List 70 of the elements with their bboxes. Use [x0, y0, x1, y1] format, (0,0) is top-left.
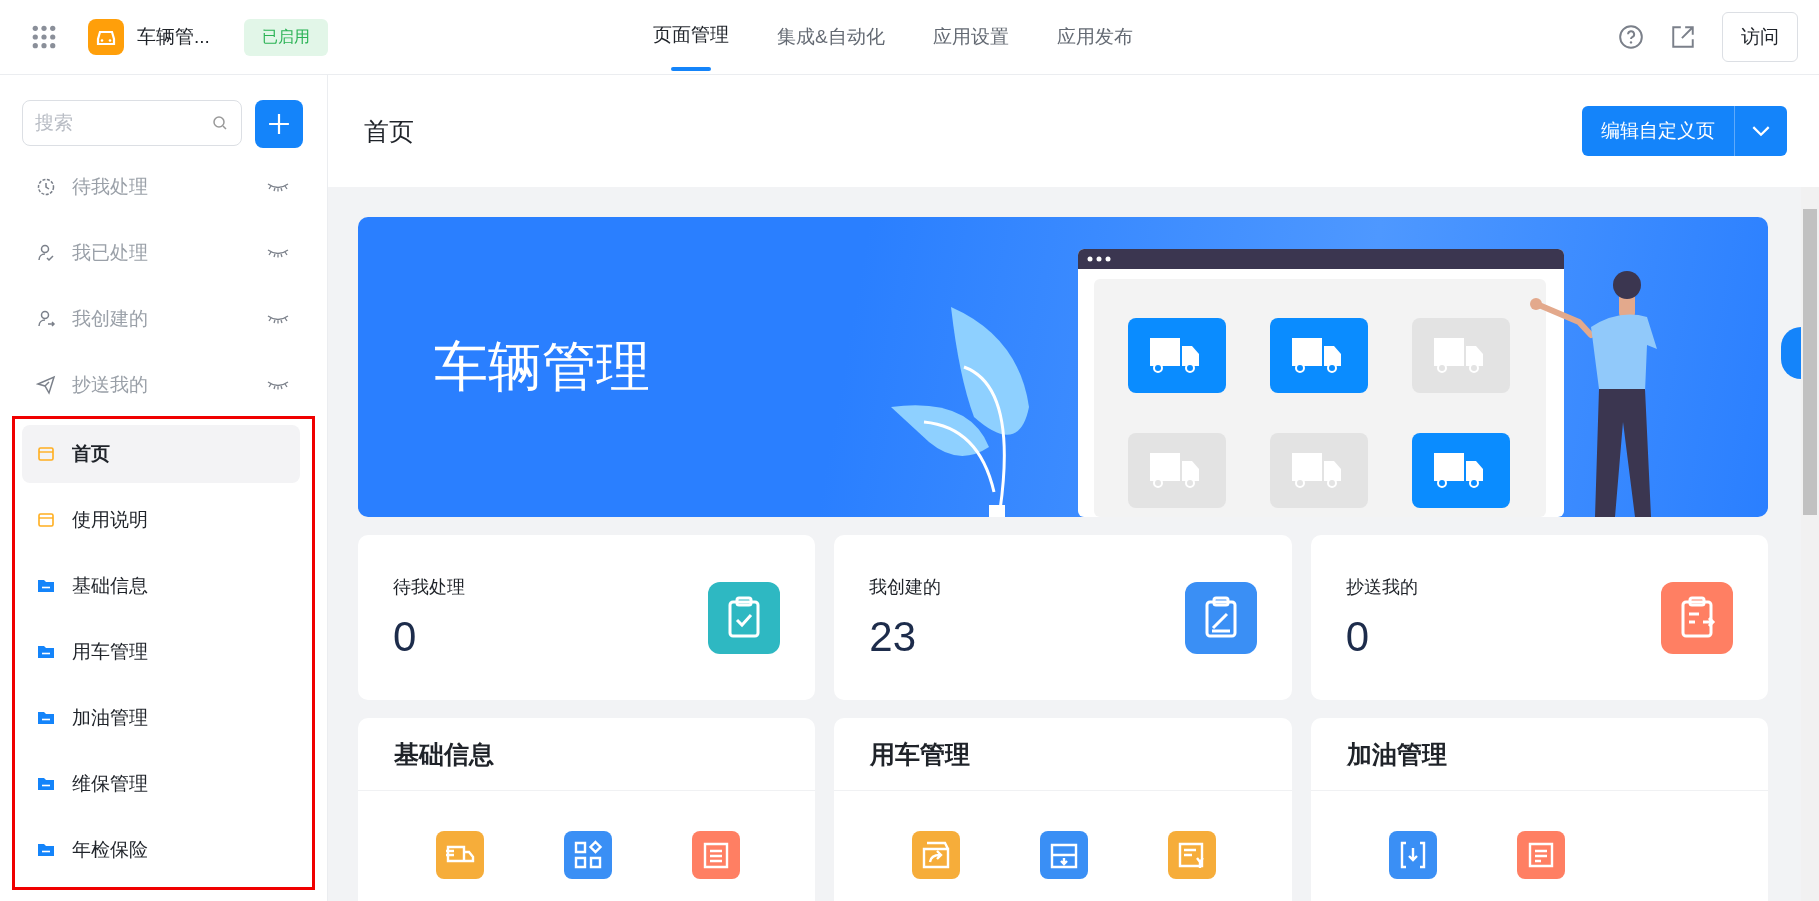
inbox-icon[interactable]: [1040, 831, 1089, 879]
section-title: 用车管理: [870, 738, 971, 770]
nav-tab[interactable]: 应用设置: [932, 0, 1009, 74]
external-link-icon[interactable]: [1670, 24, 1696, 50]
stat-card[interactable]: 待我处理 0: [358, 535, 816, 700]
sidebar-item-label: 待我处理: [72, 175, 148, 199]
sidebar-item[interactable]: 基础信息: [22, 557, 300, 615]
sidebar-item[interactable]: 用车管理: [22, 623, 300, 681]
truck-icon[interactable]: [436, 831, 484, 879]
scrollbar-thumb[interactable]: [1803, 209, 1817, 515]
visit-button[interactable]: 访问: [1722, 12, 1798, 62]
sidebar-item-label: 使用说明: [72, 508, 148, 532]
eye-closed-icon[interactable]: [267, 380, 289, 390]
paper-plane-icon: [36, 375, 56, 395]
grid-icon[interactable]: [564, 831, 612, 879]
sidebar-item-label: 用车管理: [72, 640, 148, 664]
sidebar-item-label: 首页: [72, 442, 110, 466]
dropdown-button[interactable]: [1735, 106, 1787, 156]
search-icon: [212, 115, 228, 131]
stat-label: 抄送我的: [1345, 575, 1418, 599]
stat-card[interactable]: 抄送我的 0: [1310, 535, 1768, 700]
note-icon[interactable]: [1516, 831, 1565, 879]
sidebar-item-label: 年检保险: [72, 838, 148, 862]
sidebar-item-label: 我创建的: [72, 307, 148, 331]
nav-tab[interactable]: 页面管理: [653, 0, 729, 74]
stat-value: 23: [869, 612, 918, 661]
invoice-icon[interactable]: [1168, 831, 1217, 879]
nav-tab[interactable]: 集成&自动化: [777, 0, 885, 74]
app-name: 车辆管...: [137, 25, 210, 49]
help-icon[interactable]: [1618, 24, 1644, 50]
sidebar-item-label: 维保管理: [72, 772, 148, 796]
banner-title: 车辆管理: [434, 334, 650, 398]
user-arrow-icon: [36, 309, 56, 329]
eye-closed-icon[interactable]: [267, 248, 289, 258]
clock-icon: [36, 177, 56, 197]
stat-value: 0: [1345, 612, 1370, 661]
caret-icon: [1752, 125, 1770, 137]
edit-page-button[interactable]: 编辑自定义页: [1582, 106, 1735, 156]
stat-label: 我创建的: [869, 575, 942, 599]
stat-value: 0: [393, 612, 418, 661]
apps-grid-icon[interactable]: [32, 25, 56, 49]
sidebar-item-label: 基础信息: [72, 574, 148, 598]
sidebar-item-label: 我已处理: [72, 241, 148, 265]
section-title: 加油管理: [1346, 738, 1447, 770]
stat-label: 待我处理: [393, 575, 465, 599]
sidebar-item[interactable]: 首页: [22, 425, 300, 483]
sidebar-item-label: 抄送我的: [72, 373, 148, 397]
list-icon[interactable]: [692, 831, 740, 879]
floating-button[interactable]: [1781, 327, 1801, 379]
section-title: 基础信息: [394, 738, 494, 770]
add-button[interactable]: [255, 100, 303, 148]
nav-tab[interactable]: 应用发布: [1056, 0, 1133, 74]
sidebar-item[interactable]: 年检保险: [22, 821, 300, 879]
sidebar-item-label: 加油管理: [72, 706, 148, 730]
sidebar-item[interactable]: 使用说明: [22, 491, 300, 549]
eye-closed-icon[interactable]: [267, 314, 289, 324]
page-icon: [36, 444, 56, 464]
search-field[interactable]: 搜索: [22, 100, 242, 146]
stat-card[interactable]: 我创建的 23: [834, 535, 1292, 700]
scrollbar[interactable]: [1801, 187, 1819, 901]
car-logo-icon: [88, 19, 124, 55]
user-check-icon: [36, 243, 56, 263]
status-badge: 已启用: [243, 18, 328, 56]
page-icon: [36, 510, 56, 530]
plus-icon: [268, 113, 290, 135]
eye-closed-icon[interactable]: [267, 182, 289, 192]
page-title: 首页: [364, 115, 414, 147]
download-icon[interactable]: [1388, 831, 1437, 879]
sidebar-item[interactable]: 加油管理: [22, 689, 300, 747]
sidebar-item[interactable]: 维保管理: [22, 755, 300, 813]
